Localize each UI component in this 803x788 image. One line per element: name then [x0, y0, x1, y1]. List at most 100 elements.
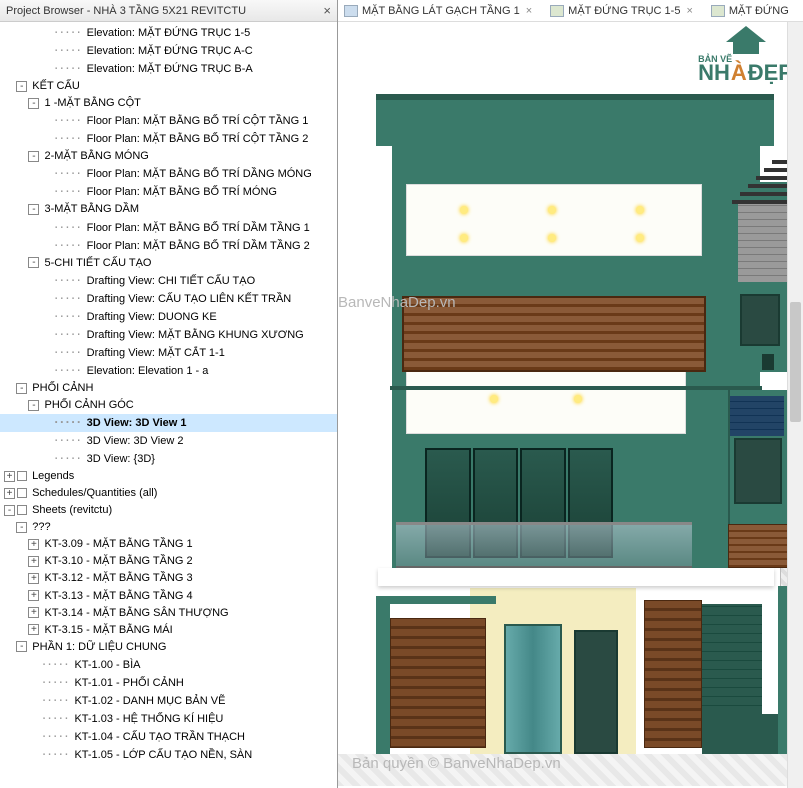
collapse-icon[interactable]: - — [28, 151, 39, 162]
tree-item-label: Elevation: MẶT ĐỨNG TRỤC 1-5 — [87, 27, 251, 39]
tree-item[interactable]: ····· Floor Plan: MẶT BẰNG BỐ TRÍ CỘT TẦ… — [0, 130, 337, 148]
tree-item[interactable]: ····· KT-1.01 - PHỐI CẢNH — [0, 674, 337, 692]
collapse-icon[interactable]: - — [4, 505, 15, 516]
view-tab[interactable]: MẶT BẰNG LÁT GẠCH TẦNG 1 × — [344, 5, 532, 17]
tree-item[interactable]: ····· Drafting View: CẤU TẠO LIÊN KẾT TR… — [0, 290, 337, 308]
tree-item-label: Sheets (revitctu) — [32, 504, 112, 516]
tree-item[interactable]: - 1 -MẶT BẰNG CỘT — [0, 95, 337, 112]
tree-item[interactable]: - 5-CHI TIẾT CẤU TẠO — [0, 255, 337, 272]
tree-item[interactable]: + KT-3.15 - MẶT BẰNG MÁI — [0, 622, 337, 639]
expand-icon[interactable]: + — [28, 556, 39, 567]
tree-item[interactable]: ····· Elevation: Elevation 1 - a — [0, 362, 337, 380]
tree-item-label: KT-1.03 - HỆ THỐNG KÍ HIỆU — [74, 713, 223, 725]
collapse-icon[interactable]: - — [28, 400, 39, 411]
tree-item-label: Floor Plan: MẶT BẰNG BỐ TRÍ MÓNG — [87, 186, 277, 198]
tree-item-label: KT-1.04 - CẤU TẠO TRẦN THẠCH — [74, 731, 245, 743]
tree-item-label: KT-3.09 - MẶT BẰNG TẦNG 1 — [45, 538, 193, 550]
collapse-icon[interactable]: - — [28, 204, 39, 215]
tree-item[interactable]: ····· Floor Plan: MẶT BẰNG BỐ TRÍ DẦM TẦ… — [0, 237, 337, 255]
building-3d-render — [376, 106, 786, 786]
tree-item-label: 5-CHI TIẾT CẤU TẠO — [45, 257, 152, 269]
tree-item-label: KẾT CẤU — [32, 80, 79, 92]
collapse-icon[interactable]: - — [16, 641, 27, 652]
tree-item[interactable]: ····· Elevation: MẶT ĐỨNG TRỤC B-A — [0, 60, 337, 78]
tree-item-label: 1 -MẶT BẰNG CỘT — [45, 97, 141, 109]
tree-item[interactable]: ····· 3D View: 3D View 2 — [0, 432, 337, 450]
view-tab[interactable]: MẶT ĐỨNG TRỤC 1-5 × — [550, 5, 693, 17]
vertical-scrollbar[interactable] — [787, 22, 803, 788]
tree-item[interactable]: - KẾT CẤU — [0, 78, 337, 95]
tree-item[interactable]: - PHỐI CẢNH GÓC — [0, 397, 337, 414]
tab-label: MẶT ĐỨNG TRỤC 1-5 — [568, 5, 680, 17]
expand-icon[interactable]: + — [28, 590, 39, 601]
view-tabs: MẶT BẰNG LÁT GẠCH TẦNG 1 × MẶT ĐỨNG TRỤC… — [338, 0, 803, 22]
tree-item[interactable]: + KT-3.14 - MẶT BẰNG SÂN THƯỢNG — [0, 605, 337, 622]
tree-item[interactable]: ····· 3D View: 3D View 1 — [0, 414, 337, 432]
tree-item[interactable]: + KT-3.10 - MẶT BẰNG TẦNG 2 — [0, 553, 337, 570]
expand-icon[interactable]: + — [28, 624, 39, 635]
tree-item[interactable]: - 3-MẶT BẰNG DẦM — [0, 201, 337, 218]
tree-item-label: 3D View: 3D View 1 — [87, 417, 187, 429]
tree-item[interactable]: + KT-3.13 - MẶT BẰNG TẦNG 4 — [0, 588, 337, 605]
tree-item[interactable]: + Legends — [0, 468, 337, 485]
collapse-icon[interactable]: - — [16, 81, 27, 92]
3d-viewport[interactable]: BẢN VẼ NHÀĐẸP — [338, 22, 803, 788]
collapse-icon[interactable]: - — [28, 257, 39, 268]
scrollbar-thumb[interactable] — [790, 302, 801, 422]
tree-item[interactable]: ····· KT-1.05 - LỚP CẤU TẠO NỀN, SÀN — [0, 746, 337, 764]
close-icon[interactable]: × — [526, 5, 532, 17]
tree-item[interactable]: ····· Drafting View: MẶT BẰNG KHUNG XƯƠN… — [0, 326, 337, 344]
tree-item[interactable]: ····· KT-1.02 - DANH MỤC BẢN VẼ — [0, 692, 337, 710]
tree-item[interactable]: + KT-3.09 - MẶT BẰNG TẦNG 1 — [0, 536, 337, 553]
tree-item-label: Elevation: Elevation 1 - a — [87, 365, 209, 377]
close-icon[interactable]: × — [323, 3, 331, 18]
tree-item[interactable]: ····· KT-1.00 - BÌA — [0, 656, 337, 674]
tree-item[interactable]: ····· Drafting View: MẶT CẮT 1-1 — [0, 344, 337, 362]
collapse-icon[interactable]: - — [16, 522, 27, 533]
tree-item-label: PHỐI CẢNH GÓC — [45, 399, 134, 411]
expand-icon[interactable]: + — [28, 573, 39, 584]
tree-item-label: 3D View: {3D} — [87, 453, 155, 465]
tree-item[interactable]: - PHỐI CẢNH — [0, 380, 337, 397]
tree-item-label: KT-1.02 - DANH MỤC BẢN VẼ — [74, 695, 225, 707]
tree-item[interactable]: ····· KT-1.04 - CẤU TẠO TRẦN THẠCH — [0, 728, 337, 746]
tree-item[interactable]: + Schedules/Quantities (all) — [0, 485, 337, 502]
tree-item[interactable]: - Sheets (revitctu) — [0, 502, 337, 519]
tree-item-label: Drafting View: MẶT CẮT 1-1 — [87, 347, 225, 359]
tab-label: MẶT BẰNG LÁT GẠCH TẦNG 1 — [362, 5, 520, 17]
tree-item[interactable]: ····· KT-1.03 - HỆ THỐNG KÍ HIỆU — [0, 710, 337, 728]
tree-item-label: Schedules/Quantities (all) — [32, 487, 157, 499]
tree-item[interactable]: ····· Floor Plan: MẶT BẰNG BỐ TRÍ DẦM TẦ… — [0, 219, 337, 237]
view-tab[interactable]: MẶT ĐỨNG — [711, 5, 789, 17]
tree-item[interactable]: ····· Drafting View: CHI TIẾT CẤU TẠO — [0, 272, 337, 290]
expand-icon[interactable]: + — [28, 539, 39, 550]
tree-item-label: Drafting View: CHI TIẾT CẤU TẠO — [87, 275, 256, 287]
tree-item[interactable]: ····· Elevation: MẶT ĐỨNG TRỤC A-C — [0, 42, 337, 60]
collapse-icon[interactable]: - — [16, 383, 27, 394]
tree-item-label: Floor Plan: MẶT BẰNG BỐ TRÍ DẦM TẦNG 2 — [87, 240, 310, 252]
expand-icon[interactable]: + — [4, 488, 15, 499]
project-browser-titlebar[interactable]: Project Browser - NHÀ 3 TẦNG 5X21 REVITC… — [0, 0, 337, 22]
tree-item[interactable]: + KT-3.12 - MẶT BẰNG TẦNG 3 — [0, 570, 337, 587]
tree-item[interactable]: - PHẦN 1: DỮ LIỆU CHUNG — [0, 639, 337, 656]
tree-item-label: KT-1.05 - LỚP CẤU TẠO NỀN, SÀN — [74, 749, 252, 761]
tree-item[interactable]: ····· Floor Plan: MẶT BẰNG BỐ TRÍ CỘT TẦ… — [0, 112, 337, 130]
tree-item[interactable]: ····· 3D View: {3D} — [0, 450, 337, 468]
tree-item[interactable]: - ??? — [0, 519, 337, 536]
expand-icon[interactable]: + — [28, 607, 39, 618]
category-icon — [17, 471, 27, 481]
tree-item-label: 2-MẶT BẰNG MÓNG — [45, 150, 149, 162]
tree-item[interactable]: ····· Drafting View: DUONG KE — [0, 308, 337, 326]
tree-item-label: Floor Plan: MẶT BẰNG BỐ TRÍ DẦM TẦNG 1 — [87, 222, 310, 234]
tree-item-label: PHỐI CẢNH — [32, 382, 93, 394]
tree-item[interactable]: ····· Floor Plan: MẶT BẰNG BỐ TRÍ DẦNG M… — [0, 165, 337, 183]
expand-icon[interactable]: + — [4, 471, 15, 482]
collapse-icon[interactable]: - — [28, 98, 39, 109]
project-browser-tree[interactable]: ····· Elevation: MẶT ĐỨNG TRỤC 1-5 ·····… — [0, 22, 337, 766]
tree-item[interactable]: ····· Elevation: MẶT ĐỨNG TRỤC 1-5 — [0, 24, 337, 42]
close-icon[interactable]: × — [686, 5, 692, 17]
category-icon — [17, 505, 27, 515]
tree-item-label: Drafting View: DUONG KE — [87, 311, 217, 323]
tree-item[interactable]: ····· Floor Plan: MẶT BẰNG BỐ TRÍ MÓNG — [0, 183, 337, 201]
tree-item[interactable]: - 2-MẶT BẰNG MÓNG — [0, 148, 337, 165]
